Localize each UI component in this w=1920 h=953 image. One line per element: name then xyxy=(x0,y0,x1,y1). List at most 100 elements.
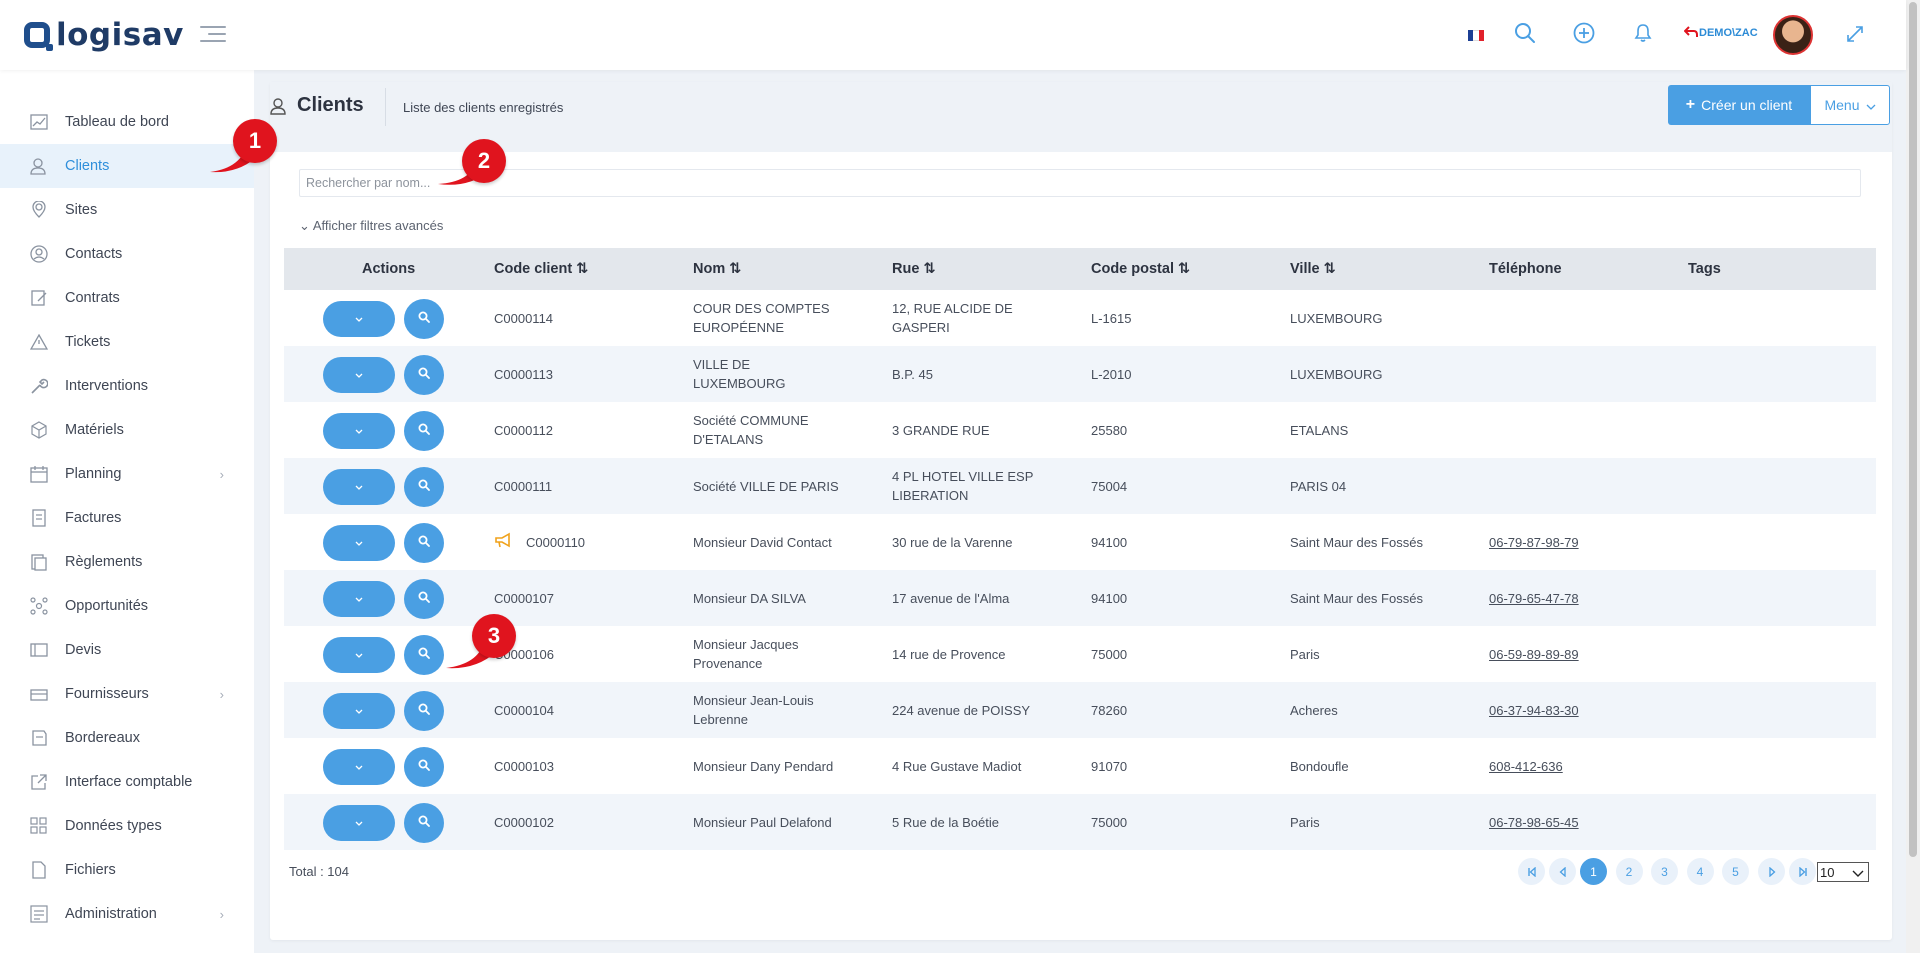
cell-code: C0000102 xyxy=(494,814,554,830)
cell-rue-container: 30 rue de la Varenne xyxy=(892,514,1042,570)
row-actions-dropdown-button[interactable] xyxy=(323,301,395,337)
sidebar-item-label: Bordereaux xyxy=(65,730,140,746)
cell-cp-container: 75000 xyxy=(1091,794,1281,850)
cell-ville-container: LUXEMBOURG xyxy=(1290,346,1480,402)
col-nom[interactable]: Nom ⇅ xyxy=(693,248,741,290)
page-button-1[interactable]: 1 xyxy=(1580,858,1607,885)
cell-rue-container: 14 rue de Provence xyxy=(892,626,1042,682)
chevron-down-icon xyxy=(1852,866,1864,881)
chevron-right-icon: › xyxy=(219,906,224,922)
sidebar-item-reglements[interactable]: Règlements xyxy=(0,540,254,584)
row-actions-dropdown-button[interactable] xyxy=(323,413,395,449)
user-avatar[interactable] xyxy=(1773,15,1813,55)
search-icon[interactable] xyxy=(1514,22,1536,49)
view-client-button[interactable] xyxy=(404,579,444,619)
row-actions-dropdown-button[interactable] xyxy=(323,805,395,841)
cell-ville: Saint Maur des Fossés xyxy=(1290,534,1423,550)
sidebar-item-administration[interactable]: Administration › xyxy=(0,892,254,936)
page-button-5[interactable]: 5 xyxy=(1722,858,1749,885)
view-client-button[interactable] xyxy=(404,523,444,563)
view-client-button[interactable] xyxy=(404,635,444,675)
sidebar-item-factures[interactable]: Factures xyxy=(0,496,254,540)
cell-code: C0000113 xyxy=(494,366,554,382)
prev-page-icon[interactable] xyxy=(1549,858,1576,885)
cell-ville: LUXEMBOURG xyxy=(1290,310,1383,326)
row-actions-dropdown-button[interactable] xyxy=(323,357,395,393)
user-label[interactable]: DEMO\ZAC xyxy=(1699,27,1758,39)
view-client-button[interactable] xyxy=(404,467,444,507)
row-actions-dropdown-button[interactable] xyxy=(323,693,395,729)
sidebar-item-interface-comptable[interactable]: Interface comptable xyxy=(0,760,254,804)
scrollbar-thumb[interactable] xyxy=(1909,2,1917,857)
sidebar-item-label: Fournisseurs xyxy=(65,686,149,702)
row-actions-dropdown-button[interactable] xyxy=(323,581,395,617)
cell-ville: Saint Maur des Fossés xyxy=(1290,590,1423,606)
menu-dropdown-button[interactable]: Menu xyxy=(1810,85,1890,125)
french-flag-icon[interactable] xyxy=(1468,30,1484,41)
phone-link[interactable]: 06-79-87-98-79 xyxy=(1489,533,1579,552)
sidebar-item-interventions[interactable]: Interventions xyxy=(0,364,254,408)
sidebar-item-tableau-de-bord[interactable]: Tableau de bord xyxy=(0,100,254,144)
grid-icon xyxy=(28,815,50,837)
create-client-button[interactable]: + Créer un client xyxy=(1668,85,1810,125)
search-input[interactable] xyxy=(299,169,1861,197)
col-code-client[interactable]: Code client ⇅ xyxy=(494,248,588,290)
app-logo[interactable]: logisav xyxy=(24,17,184,53)
last-page-icon[interactable] xyxy=(1789,858,1816,885)
cell-tel-container: 06-79-87-98-79 xyxy=(1489,514,1679,570)
view-client-button[interactable] xyxy=(404,691,444,731)
phone-link[interactable]: 06-37-94-83-30 xyxy=(1489,701,1579,720)
view-client-button[interactable] xyxy=(404,747,444,787)
add-circle-icon[interactable] xyxy=(1573,22,1595,49)
expand-icon[interactable] xyxy=(1846,25,1864,48)
phone-link[interactable]: 608-412-636 xyxy=(1489,757,1563,776)
bell-icon[interactable] xyxy=(1632,22,1654,49)
next-page-icon[interactable] xyxy=(1758,858,1785,885)
sidebar-item-fichiers[interactable]: Fichiers xyxy=(0,848,254,892)
page-scrollbar[interactable] xyxy=(1906,0,1920,953)
view-client-button[interactable] xyxy=(404,355,444,395)
phone-link[interactable]: 06-79-65-47-78 xyxy=(1489,589,1579,608)
sidebar-item-contacts[interactable]: Contacts xyxy=(0,232,254,276)
sidebar-item-opportunites[interactable]: Opportunités xyxy=(0,584,254,628)
sidebar-item-sites[interactable]: Sites xyxy=(0,188,254,232)
first-page-icon[interactable] xyxy=(1518,858,1545,885)
menu-toggle-icon[interactable] xyxy=(200,26,226,44)
cell-ville-container: ETALANS xyxy=(1290,402,1480,458)
phone-link[interactable]: 06-59-89-89-89 xyxy=(1489,645,1579,664)
cell-code-container: C0000104 xyxy=(494,682,684,738)
row-actions-dropdown-button[interactable] xyxy=(323,525,395,561)
cell-ville-container: LUXEMBOURG xyxy=(1290,290,1480,346)
advanced-filters-toggle[interactable]: ⌄ Afficher filtres avancés xyxy=(299,218,443,234)
external-icon xyxy=(28,771,50,793)
total-count: Total : 104 xyxy=(289,864,349,879)
sidebar-item-contrats[interactable]: Contrats xyxy=(0,276,254,320)
sidebar-item-fournisseurs[interactable]: Fournisseurs › xyxy=(0,672,254,716)
cell-nom: COUR DES COMPTES EUROPÉENNE xyxy=(693,301,830,335)
sidebar-item-devis[interactable]: Devis xyxy=(0,628,254,672)
page-size-select[interactable]: 10 xyxy=(1817,862,1869,882)
page-button-4[interactable]: 4 xyxy=(1686,858,1714,885)
return-arrow-icon[interactable] xyxy=(1683,25,1698,43)
cell-code-container: C0000112 xyxy=(494,402,684,458)
sidebar-item-donnees-types[interactable]: Données types xyxy=(0,804,254,848)
row-actions-dropdown-button[interactable] xyxy=(323,749,395,785)
col-code-postal[interactable]: Code postal ⇅ xyxy=(1091,248,1190,290)
sidebar-item-bordereaux[interactable]: Bordereaux xyxy=(0,716,254,760)
cell-code-container: C0000102 xyxy=(494,794,684,850)
col-rue[interactable]: Rue ⇅ xyxy=(892,248,936,290)
view-client-button[interactable] xyxy=(404,299,444,339)
sidebar-item-materiels[interactable]: Matériels xyxy=(0,408,254,452)
magnifier-icon xyxy=(418,478,430,496)
col-ville[interactable]: Ville ⇅ xyxy=(1290,248,1336,290)
page-button-3[interactable]: 3 xyxy=(1651,858,1678,885)
view-client-button[interactable] xyxy=(404,411,444,451)
page-button-2[interactable]: 2 xyxy=(1615,858,1643,885)
phone-link[interactable]: 06-78-98-65-45 xyxy=(1489,813,1579,832)
view-client-button[interactable] xyxy=(404,803,444,843)
row-actions-dropdown-button[interactable] xyxy=(323,469,395,505)
chevron-down-icon xyxy=(355,706,363,717)
sidebar-item-tickets[interactable]: Tickets xyxy=(0,320,254,364)
sidebar-item-planning[interactable]: Planning › xyxy=(0,452,254,496)
row-actions-dropdown-button[interactable] xyxy=(323,637,395,673)
